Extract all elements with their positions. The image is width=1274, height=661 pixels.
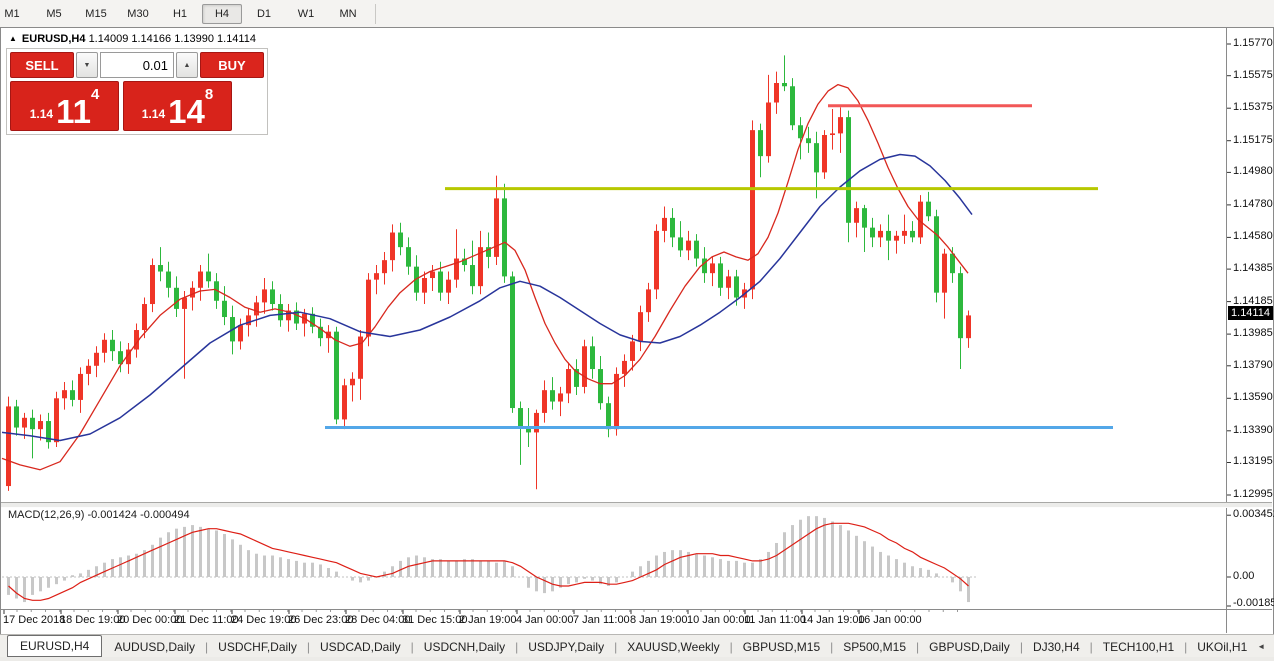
time-axis-label: 17 Dec 2018 xyxy=(3,614,65,626)
timeframe-toolbar: M1M5M15M30H1H4D1W1MN xyxy=(0,0,1274,28)
chart-tab-usdchf-daily[interactable]: USDCHF,Daily xyxy=(208,637,307,657)
chart-tab-xauusd-weekly[interactable]: XAUUSD,Weekly xyxy=(617,637,729,657)
time-axis-label: 31 Dec 15:00 xyxy=(402,614,467,626)
timeframe-buttons: M1M5M15M30H1H4D1W1MN xyxy=(0,0,369,27)
timeframe-button-mn[interactable]: MN xyxy=(328,4,368,24)
time-axis-label: 7 Jan 11:00 xyxy=(573,614,630,626)
time-axis-label: 26 Dec 23:00 xyxy=(288,614,353,626)
time-axis-label: 4 Jan 00:00 xyxy=(516,614,574,626)
buy-price-prefix: 1.14 xyxy=(142,107,165,121)
price-scale-label: 1.14385 xyxy=(1233,262,1273,274)
chart-tab-eurusd-h4[interactable]: EURUSD,H4 xyxy=(7,635,102,657)
timeframe-button-m15[interactable]: M15 xyxy=(76,4,116,24)
time-axis-label: 14 Jan 19:00 xyxy=(801,614,865,626)
macd-indicator-label: MACD(12,26,9) -0.001424 -0.000494 xyxy=(8,509,190,521)
tab-scroll-arrows: ◄ ► xyxy=(1257,642,1274,651)
chart-tabs: EURUSD,H4AUDUSD,Daily|USDCHF,Daily|USDCA… xyxy=(0,636,1257,658)
chart-tab-sp500-m15[interactable]: SP500,M15 xyxy=(833,637,916,657)
chart-tab-bar: EURUSD,H4AUDUSD,Daily|USDCHF,Daily|USDCA… xyxy=(0,634,1274,658)
volume-decrease-button[interactable]: ▼ xyxy=(76,52,98,78)
status-strip xyxy=(0,657,1274,661)
volume-increase-button[interactable]: ▲ xyxy=(176,52,198,78)
one-click-trade-panel: SELL ▼ ▲ BUY 1.14 11 4 1.14 14 8 xyxy=(6,48,268,135)
price-scale-label: 1.13590 xyxy=(1233,391,1273,403)
price-scale-label: 1.15375 xyxy=(1233,101,1273,113)
sell-price-sup: 4 xyxy=(91,86,99,103)
chart-tab-usdcad-daily[interactable]: USDCAD,Daily xyxy=(310,637,411,657)
chart-tab-gbpusd-m15[interactable]: GBPUSD,M15 xyxy=(733,637,830,657)
time-axis-label: 8 Jan 19:00 xyxy=(630,614,688,626)
time-axis-label: 18 Dec 19:00 xyxy=(60,614,125,626)
chart-tab-tech100-h1[interactable]: TECH100,H1 xyxy=(1093,637,1184,657)
time-axis-label: 21 Dec 11:00 xyxy=(174,614,239,626)
mt4-window: M1M5M15M30H1H4D1W1MN ▲ EURUSD,H4 1.14009 … xyxy=(0,0,1274,661)
price-scale-label: 1.15575 xyxy=(1233,69,1273,81)
chart-tab-audusd-daily[interactable]: AUDUSD,Daily xyxy=(104,637,205,657)
chart-tab-dj30-h4[interactable]: DJ30,H4 xyxy=(1023,637,1090,657)
timeframe-button-m1[interactable]: M1 xyxy=(0,4,32,24)
time-axis-label: 16 Jan 00:00 xyxy=(858,614,922,626)
price-scale-label: 1.13390 xyxy=(1233,424,1273,436)
time-axis-label: 10 Jan 00:00 xyxy=(687,614,751,626)
macd-scale-label: -0.001851 xyxy=(1233,597,1274,609)
collapse-panel-icon[interactable]: ▲ xyxy=(9,34,17,43)
ohlc-values: 1.14009 1.14166 1.13990 1.14114 xyxy=(89,33,256,45)
toolbar-separator xyxy=(375,4,376,24)
price-scale-label: 1.14980 xyxy=(1233,165,1273,177)
buy-button[interactable]: BUY xyxy=(200,52,264,78)
buy-price-sup: 8 xyxy=(205,86,213,103)
chart-tab-gbpusd-daily[interactable]: GBPUSD,Daily xyxy=(919,637,1020,657)
chart-tab-ukoil-h1[interactable]: UKOil,H1 xyxy=(1187,637,1257,657)
timeframe-button-h4[interactable]: H4 xyxy=(202,4,242,24)
chart-tab-usdcnh-daily[interactable]: USDCNH,Daily xyxy=(414,637,515,657)
time-axis-label: 24 Dec 19:00 xyxy=(231,614,296,626)
macd-scale-label: 0.003452 xyxy=(1233,508,1274,520)
tab-scroll-left-icon[interactable]: ◄ xyxy=(1257,642,1265,651)
price-scale-label: 1.15175 xyxy=(1233,134,1273,146)
price-scale-label: 1.15770 xyxy=(1233,37,1273,49)
chart-title: ▲ EURUSD,H4 1.14009 1.14166 1.13990 1.141… xyxy=(9,33,256,45)
price-scale-label: 1.13790 xyxy=(1233,359,1273,371)
price-scale-label: 1.14780 xyxy=(1233,198,1273,210)
time-axis-label: 11 Jan 11:00 xyxy=(744,614,806,626)
current-price-badge: 1.14114 xyxy=(1228,306,1273,320)
macd-scale-label: 0.00 xyxy=(1233,570,1254,582)
sell-button[interactable]: SELL xyxy=(10,52,74,78)
sell-price-display[interactable]: 1.14 11 4 xyxy=(10,81,119,131)
price-scale-label: 1.14185 xyxy=(1233,295,1273,307)
timeframe-button-m30[interactable]: M30 xyxy=(118,4,158,24)
chart-tab-usdjpy-daily[interactable]: USDJPY,Daily xyxy=(518,637,614,657)
price-scale-label: 1.13985 xyxy=(1233,327,1273,339)
price-scale-label: 1.12995 xyxy=(1233,488,1273,500)
timeframe-button-h1[interactable]: H1 xyxy=(160,4,200,24)
buy-price-display[interactable]: 1.14 14 8 xyxy=(123,81,232,131)
chevron-down-icon: ▼ xyxy=(84,62,91,69)
buy-price-big: 14 xyxy=(168,98,205,125)
symbol-label: EURUSD,H4 xyxy=(22,33,86,45)
price-scale-label: 1.13195 xyxy=(1233,455,1273,467)
sell-price-prefix: 1.14 xyxy=(30,107,53,121)
volume-input[interactable] xyxy=(100,52,174,78)
price-scale-label: 1.14580 xyxy=(1233,230,1273,242)
timeframe-button-m5[interactable]: M5 xyxy=(34,4,74,24)
time-axis-label: 28 Dec 04:00 xyxy=(345,614,410,626)
sell-price-big: 11 xyxy=(56,98,91,125)
time-axis-label: 20 Dec 00:00 xyxy=(117,614,182,626)
chevron-up-icon: ▲ xyxy=(184,62,191,69)
pane-divider-handle[interactable] xyxy=(1,502,1272,508)
time-axis-label: 2 Jan 19:00 xyxy=(459,614,517,626)
timeframe-button-w1[interactable]: W1 xyxy=(286,4,326,24)
timeframe-button-d1[interactable]: D1 xyxy=(244,4,284,24)
